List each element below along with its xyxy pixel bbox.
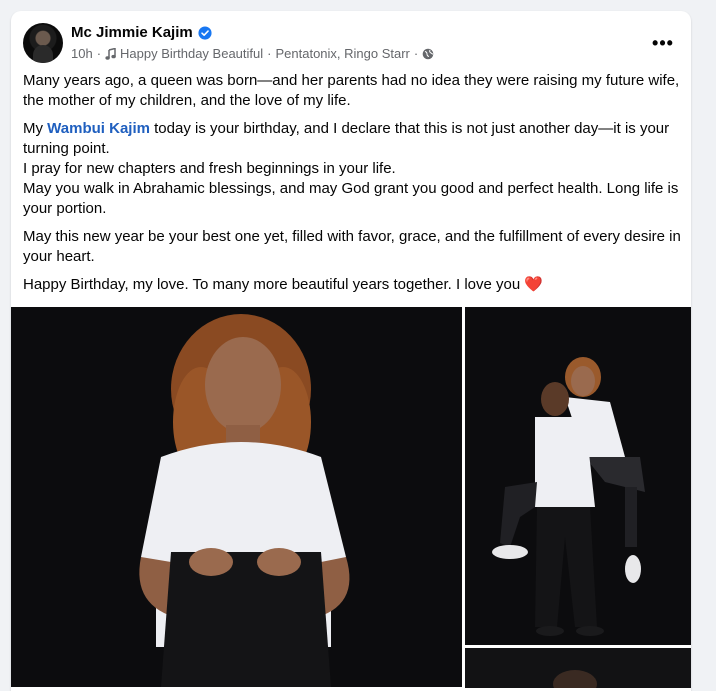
music-note-icon: [105, 47, 116, 60]
p4-text: Happy Birthday, my love. To many more be…: [23, 276, 521, 293]
p2-prefix: My: [23, 120, 48, 137]
photo-2-image: [465, 307, 691, 645]
song-title[interactable]: Happy Birthday Beautiful: [120, 46, 263, 61]
photo-3-image: [465, 648, 691, 688]
author-row: Mc Jimmie Kajim: [71, 24, 212, 41]
author-name[interactable]: Mc Jimmie Kajim: [71, 24, 193, 41]
meta-separator: ·: [413, 46, 419, 61]
photo-woman-portrait[interactable]: [11, 307, 462, 687]
post-time[interactable]: 10h: [71, 46, 93, 61]
photo-3-partial[interactable]: [465, 648, 691, 688]
post-meta: 10h · Happy Birthday Beautiful · Pentato…: [71, 46, 434, 61]
avatar[interactable]: [23, 23, 63, 63]
more-options-button[interactable]: •••: [649, 29, 677, 57]
song-artists[interactable]: Pentatonix, Ringo Starr: [275, 46, 409, 61]
p2-line-3: May you walk in Abrahamic blessings, and…: [23, 180, 679, 217]
meta-separator: ·: [96, 46, 102, 61]
paragraph-1: Many years ago, a queen was born—and her…: [23, 72, 680, 109]
post-text: Many years ago, a queen was born—and her…: [23, 71, 683, 303]
photo-grid: [11, 307, 691, 688]
globe-icon[interactable]: [422, 48, 434, 60]
more-options-icon: •••: [652, 32, 674, 53]
post-card: Mc Jimmie Kajim 10h · Happy Birthday Bea…: [11, 11, 691, 691]
photo-1-image: [11, 307, 462, 687]
heart-emoji: ❤️: [524, 276, 544, 293]
mention-link[interactable]: Wambui Kajim: [47, 120, 150, 137]
paragraph-2: My Wambui Kajim today is your birthday, …: [23, 119, 683, 219]
meta-separator: ·: [267, 46, 272, 61]
p2-line-2: I pray for new chapters and fresh beginn…: [23, 160, 396, 177]
photo-couple[interactable]: [465, 307, 691, 645]
paragraph-4: Happy Birthday, my love. To many more be…: [23, 275, 683, 295]
verified-badge-icon: [198, 25, 212, 40]
paragraph-3: May this new year be your best one yet, …: [23, 228, 681, 265]
post-header: Mc Jimmie Kajim 10h · Happy Birthday Bea…: [23, 23, 679, 67]
